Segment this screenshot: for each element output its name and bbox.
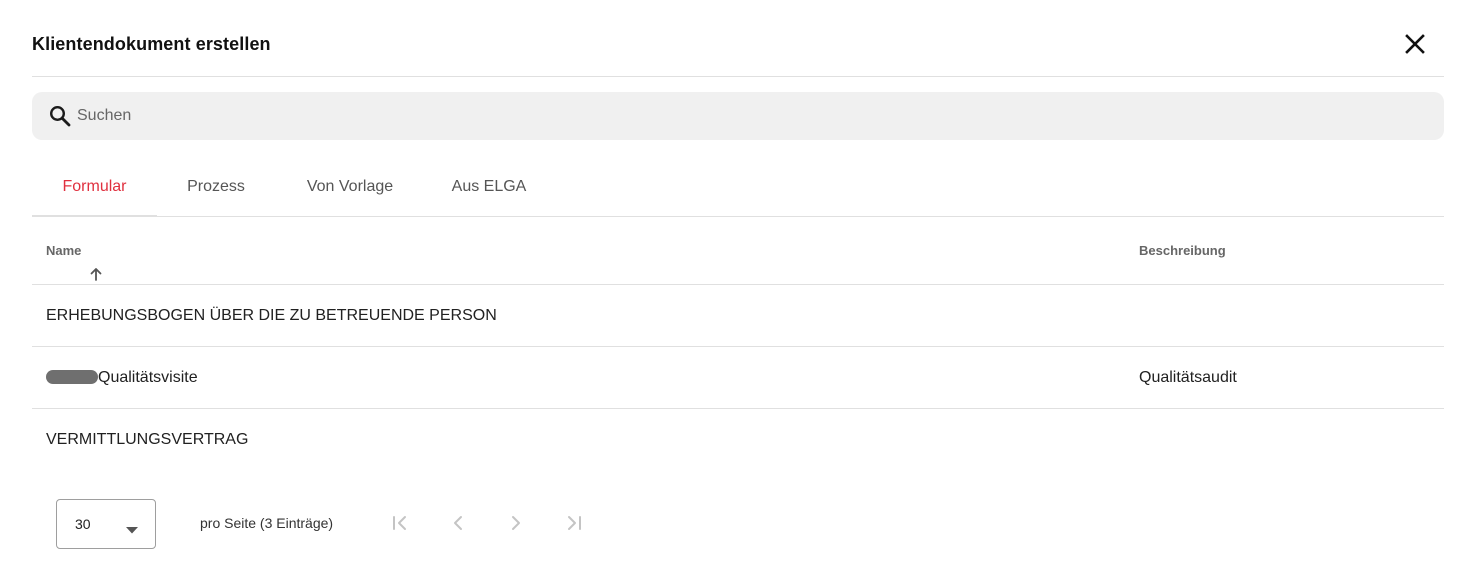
dialog-title: Klientendokument erstellen xyxy=(32,34,271,54)
chevron-down-icon xyxy=(126,521,138,534)
column-header-description: Beschreibung xyxy=(1139,243,1226,258)
page-size-value: 30 xyxy=(75,516,91,532)
page-size-select[interactable]: 30 xyxy=(56,499,156,549)
column-header-name[interactable]: Name xyxy=(46,217,103,284)
table-row[interactable]: Qualitätsvisite Qualitätsaudit xyxy=(32,347,1444,409)
tab-von-vorlage[interactable]: Von Vorlage xyxy=(290,158,410,216)
dialog-header: Klientendokument erstellen xyxy=(32,0,1444,77)
document-type-tabs: Formular Prozess Von Vorlage Aus ELGA xyxy=(32,158,1444,217)
row-name-cell: Qualitätsvisite xyxy=(46,347,198,408)
column-header-name-label: Name xyxy=(46,243,82,258)
arrow-up-icon xyxy=(89,243,103,281)
last-page-icon[interactable] xyxy=(562,511,586,535)
table-header: Name Beschreibung xyxy=(32,217,1444,285)
pagination: 30 pro Seite (3 Einträge) xyxy=(32,498,1444,550)
pagination-summary: pro Seite (3 Einträge) xyxy=(200,515,334,531)
table-row[interactable]: VERMITTLUNGSVERTRAG xyxy=(32,409,1444,470)
redacted-text xyxy=(46,369,98,384)
first-page-icon[interactable] xyxy=(388,511,412,535)
tab-prozess[interactable]: Prozess xyxy=(172,158,260,216)
row-name: ERHEBUNGSBOGEN ÜBER DIE ZU BETREUENDE PE… xyxy=(46,307,497,324)
table-row[interactable]: ERHEBUNGSBOGEN ÜBER DIE ZU BETREUENDE PE… xyxy=(32,285,1444,347)
search-bar xyxy=(32,92,1444,140)
previous-page-icon[interactable] xyxy=(446,511,470,535)
create-client-document-dialog: Klientendokument erstellen Formular Proz… xyxy=(0,0,1474,582)
row-name: Qualitätsvisite xyxy=(98,369,198,386)
row-description: Qualitätsaudit xyxy=(1139,369,1237,386)
row-name: VERMITTLUNGSVERTRAG xyxy=(46,431,249,448)
tab-formular[interactable]: Formular xyxy=(32,158,157,217)
search-icon xyxy=(48,104,72,128)
tab-aus-elga[interactable]: Aus ELGA xyxy=(440,158,538,216)
close-icon[interactable] xyxy=(1404,33,1426,55)
search-input[interactable] xyxy=(77,92,1417,140)
next-page-icon[interactable] xyxy=(504,511,528,535)
